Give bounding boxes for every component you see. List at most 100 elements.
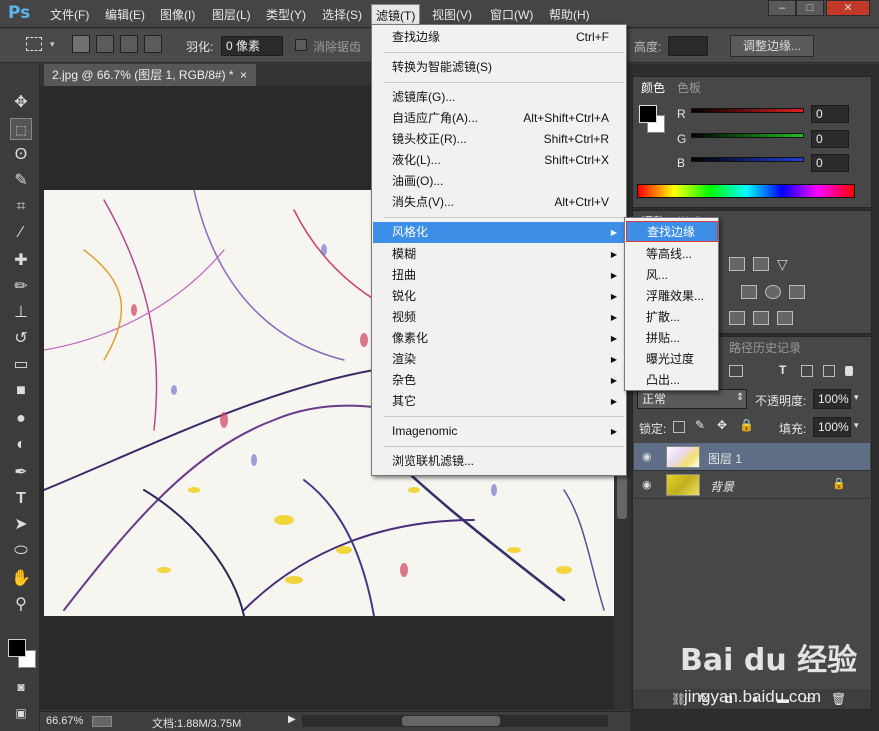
menu-item-stylize[interactable]: 风格化 ▶	[373, 222, 625, 243]
submenu-item-solarize[interactable]: 曝光过度	[626, 349, 718, 370]
antialias-checkbox[interactable]	[295, 39, 307, 51]
layer-name[interactable]: 图层 1	[708, 450, 742, 467]
quick-select-tool-icon[interactable]: ✎	[10, 170, 32, 192]
filter-toggle-icon[interactable]	[845, 366, 853, 376]
menu-item-smart-filter[interactable]: 转换为智能滤镜(S)	[373, 57, 625, 78]
hand-tool-icon[interactable]: ✋	[10, 568, 32, 590]
channel-mixer-icon[interactable]	[765, 285, 781, 299]
marquee-preset-icon[interactable]	[26, 37, 42, 51]
refine-edge-button[interactable]: 调整边缘...	[730, 35, 814, 57]
opacity-chevron-icon[interactable]: ▾	[854, 392, 859, 403]
menu-item-oil-paint[interactable]: 油画(O)...	[373, 171, 625, 192]
horizontal-scrollbar[interactable]	[302, 715, 608, 727]
screen-mode-icon[interactable]: ▣	[10, 702, 32, 724]
scrollbar-thumb[interactable]	[617, 471, 627, 519]
blend-mode-select[interactable]: 正常	[637, 389, 747, 409]
menu-select[interactable]: 选择(S)	[322, 6, 362, 23]
opacity-input[interactable]: 100%	[813, 389, 851, 409]
layer-row-1[interactable]: ◉ 图层 1	[634, 443, 870, 471]
foreground-color-swatch[interactable]	[8, 639, 26, 657]
tab-history[interactable]: 历史记录	[753, 339, 801, 356]
tab-swatches[interactable]: 色板	[677, 79, 701, 96]
marquee-tool-icon[interactable]: ⬚	[10, 118, 32, 140]
quick-mask-icon[interactable]: ◙	[10, 676, 32, 698]
menu-item-vanishing-point[interactable]: 消失点(V)... Alt+Ctrl+V	[373, 192, 625, 213]
brush-tool-icon[interactable]: ✏	[10, 276, 32, 298]
fill-chevron-icon[interactable]: ▾	[854, 420, 859, 431]
channel-g-slider[interactable]	[691, 133, 804, 138]
feather-input[interactable]: 0 像素	[221, 36, 283, 56]
crop-tool-icon[interactable]: ⌗	[10, 196, 32, 218]
channel-r-input[interactable]: 0	[811, 105, 849, 123]
path-select-tool-icon[interactable]: ➤	[10, 514, 32, 536]
color-balance-icon[interactable]	[741, 285, 757, 299]
gradient-map-icon[interactable]: ▽	[777, 257, 793, 271]
color-foreground-swatch[interactable]	[639, 105, 657, 123]
menu-item-adaptive-wide-angle[interactable]: 自适应广角(A)... Alt+Shift+Ctrl+A	[373, 108, 625, 129]
lock-transparency-icon[interactable]	[673, 421, 685, 433]
move-tool-icon[interactable]: ✥	[10, 92, 32, 114]
stamp-tool-icon[interactable]: ⊥	[10, 302, 32, 324]
color-spectrum-bar[interactable]	[637, 184, 855, 198]
menu-item-liquify[interactable]: 液化(L)... Shift+Ctrl+X	[373, 150, 625, 171]
channel-r-slider[interactable]	[691, 108, 804, 113]
height-input[interactable]	[668, 36, 708, 56]
menu-item-lens-correction[interactable]: 镜头校正(R)... Shift+Ctrl+R	[373, 129, 625, 150]
menu-image[interactable]: 图像(I)	[160, 6, 195, 23]
filter-smart-icon[interactable]	[823, 365, 835, 377]
shape-tool-icon[interactable]: ⬭	[10, 540, 32, 562]
menu-item-other[interactable]: 其它 ▶	[373, 391, 625, 412]
layer-name[interactable]: 背景	[710, 478, 734, 495]
menu-file[interactable]: 文件(F)	[50, 6, 89, 23]
menu-item-video[interactable]: 视频 ▶	[373, 307, 625, 328]
blur-tool-icon[interactable]: ●	[10, 408, 32, 430]
eye-icon[interactable]: ◉	[642, 451, 656, 463]
menu-layer[interactable]: 图层(L)	[212, 6, 251, 23]
pen-tool-icon[interactable]: ✒	[10, 462, 32, 484]
type-tool-icon[interactable]: T	[10, 488, 32, 510]
zoom-level[interactable]: 66.67%	[46, 715, 83, 727]
channel-b-input[interactable]: 0	[811, 154, 849, 172]
filter-shape-icon[interactable]	[801, 365, 813, 377]
zoom-tool-icon[interactable]: ⚲	[10, 594, 32, 616]
layer-row-background[interactable]: ◉ 背景 🔒	[634, 471, 870, 499]
close-button[interactable]: ✕	[826, 0, 870, 16]
add-selection-icon[interactable]	[96, 35, 114, 53]
channel-g-input[interactable]: 0	[811, 130, 849, 148]
submenu-item-extrude[interactable]: 凸出...	[626, 370, 718, 391]
menu-item-sharpen[interactable]: 锐化 ▶	[373, 286, 625, 307]
menu-item-noise[interactable]: 杂色 ▶	[373, 370, 625, 391]
menu-item-filter-gallery[interactable]: 滤镜库(G)...	[373, 87, 625, 108]
history-brush-tool-icon[interactable]: ↺	[10, 328, 32, 350]
menu-item-find-edges-last[interactable]: 查找边缘 Ctrl+F	[373, 27, 625, 48]
tab-paths[interactable]: 路径	[729, 339, 753, 356]
healing-brush-tool-icon[interactable]: ✚	[10, 250, 32, 272]
new-selection-icon[interactable]	[72, 35, 90, 53]
channel-b-slider[interactable]	[691, 157, 804, 162]
submenu-item-diffuse[interactable]: 扩散...	[626, 307, 718, 328]
lock-position-icon[interactable]: ✥	[717, 418, 727, 432]
submenu-item-wind[interactable]: 风...	[626, 265, 718, 286]
lock-pixels-icon[interactable]: ✎	[695, 418, 705, 432]
document-tab[interactable]: 2.jpg @ 66.7% (图层 1, RGB/8#) * ×	[44, 64, 256, 86]
eye-icon[interactable]: ◉	[642, 479, 656, 491]
submenu-item-emboss[interactable]: 浮雕效果...	[626, 286, 718, 307]
minimize-button[interactable]: –	[768, 0, 796, 16]
eyedropper-tool-icon[interactable]: ⁄	[10, 222, 32, 244]
menu-window[interactable]: 窗口(W)	[490, 6, 533, 23]
fill-input[interactable]: 100%	[813, 417, 851, 437]
gradient-tool-icon[interactable]: ■	[10, 380, 32, 402]
selective-color-icon[interactable]	[777, 311, 793, 325]
subtract-selection-icon[interactable]	[120, 35, 138, 53]
chevron-down-icon[interactable]: ▾	[50, 39, 55, 50]
color-lookup-icon[interactable]	[789, 285, 805, 299]
horizontal-scrollbar-thumb[interactable]	[402, 716, 500, 726]
filter-image-icon[interactable]	[729, 365, 743, 377]
submenu-item-find-edges[interactable]: 查找边缘	[626, 221, 718, 242]
intersect-selection-icon[interactable]	[144, 35, 162, 53]
menu-view[interactable]: 视图(V)	[432, 6, 472, 23]
menu-item-distort[interactable]: 扭曲 ▶	[373, 265, 625, 286]
levels-adjust-icon[interactable]	[729, 257, 745, 271]
invert-adjust-icon[interactable]	[729, 311, 745, 325]
menu-item-pixelate[interactable]: 像素化 ▶	[373, 328, 625, 349]
